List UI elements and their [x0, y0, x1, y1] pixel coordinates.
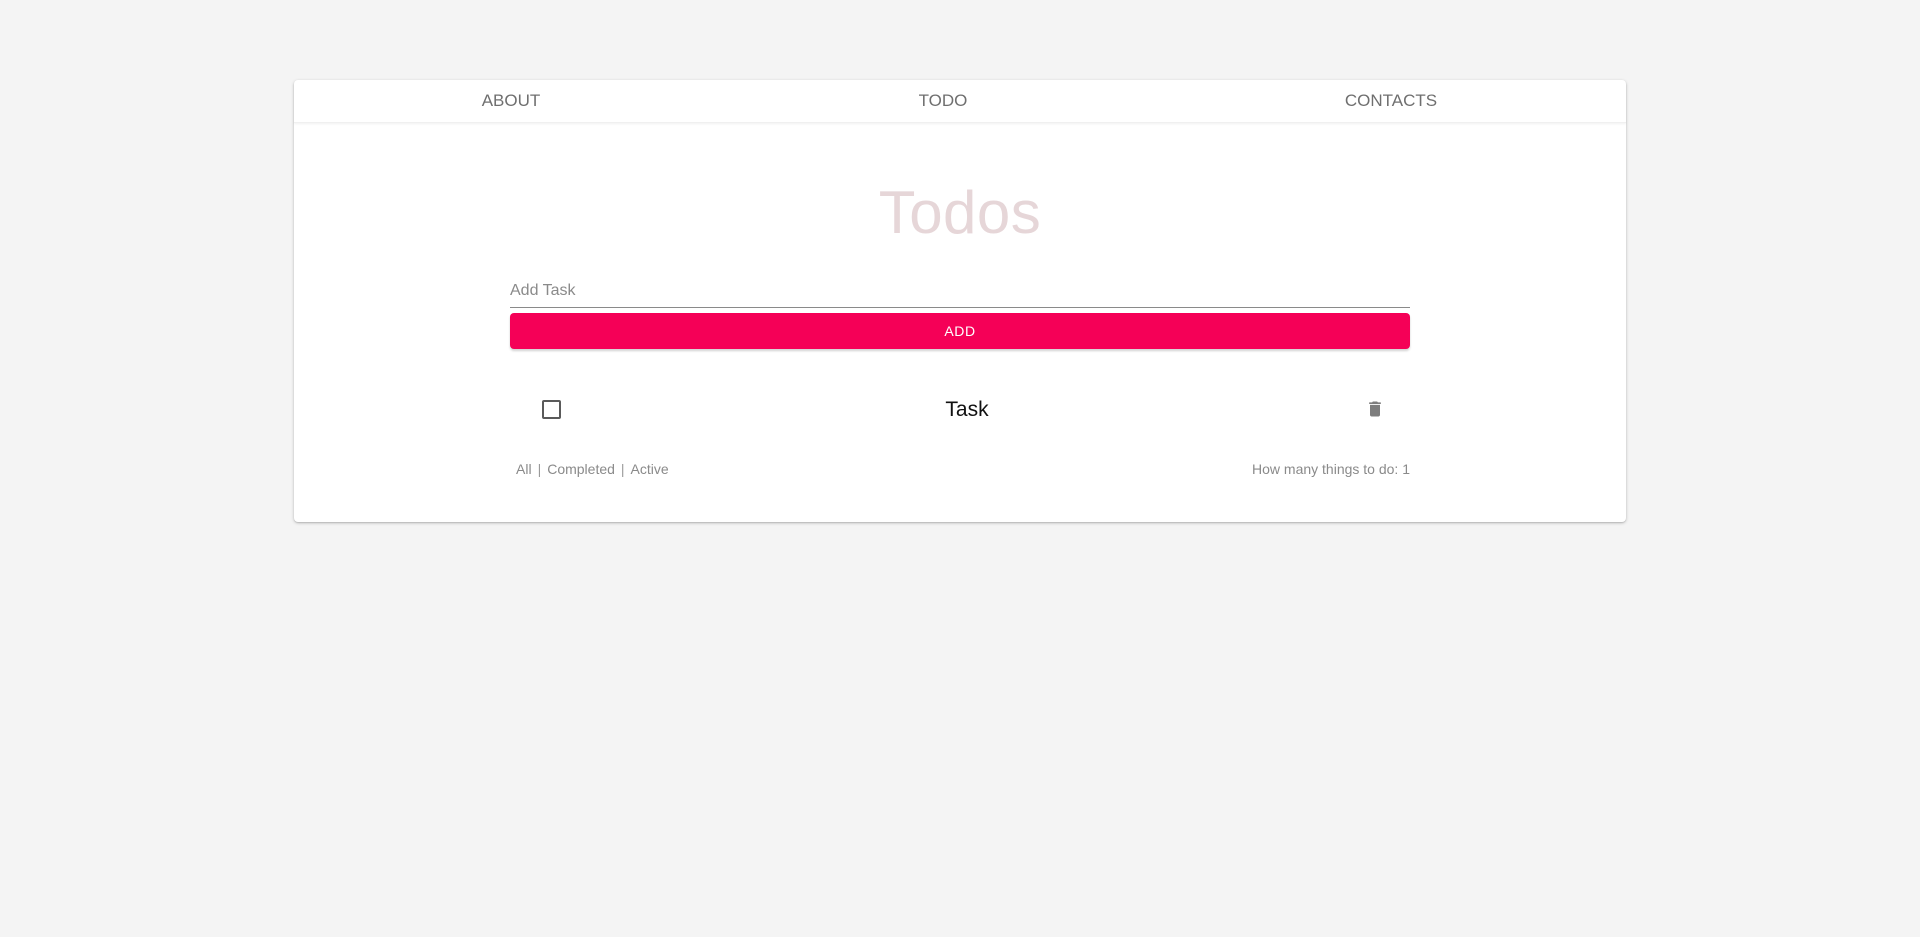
filter-separator: | — [537, 461, 542, 477]
filter-links: All | Completed | Active — [516, 461, 669, 477]
todo-card: ABOUT TODO CONTACTS Todos ADD Task All | C… — [294, 80, 1626, 522]
filter-completed[interactable]: Completed — [547, 461, 615, 477]
filter-separator: | — [620, 461, 625, 477]
tab-todo[interactable]: TODO — [919, 80, 968, 122]
tab-contacts[interactable]: CONTACTS — [1345, 80, 1437, 122]
add-button[interactable]: ADD — [510, 313, 1410, 349]
filter-all[interactable]: All — [516, 461, 532, 477]
trash-icon[interactable] — [1365, 397, 1385, 421]
add-task-input[interactable] — [510, 277, 1410, 305]
nav-tabs: ABOUT TODO CONTACTS — [294, 80, 1626, 123]
page-title: Todos — [878, 179, 1042, 246]
filter-active[interactable]: Active — [631, 461, 669, 477]
todo-item: Task — [510, 384, 1410, 436]
tab-about[interactable]: ABOUT — [482, 80, 541, 122]
add-task-field — [510, 277, 1410, 308]
todo-item-text: Task — [945, 398, 989, 421]
todo-count: How many things to do: 1 — [1252, 461, 1410, 477]
